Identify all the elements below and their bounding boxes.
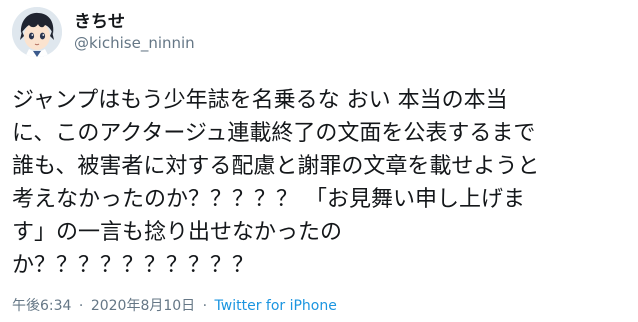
avatar[interactable] — [12, 7, 62, 57]
tweet-source-link[interactable]: Twitter for iPhone — [215, 298, 337, 314]
tweet-text-line: す」の一言も捻り出せなかったの — [12, 220, 343, 245]
tweet-text-line: 考えなかったのか？？？？？ 「お見舞い申し上げま — [12, 187, 525, 212]
meta-separator: · — [78, 298, 84, 314]
tweet-time[interactable]: 午後6:34 — [12, 298, 71, 314]
tweet-text-line: ジャンプはもう少年誌を名乗るな おい 本当の本当 — [12, 88, 508, 113]
tweet-card: きちせ @kichise_ninnin ジャンプはもう少年誌を名乗るな おい 本… — [0, 0, 638, 322]
tweet-text-line: に、このアクタージュ連載終了の文面を公表するまで — [12, 121, 536, 146]
user-names: きちせ @kichise_ninnin — [74, 11, 195, 53]
user-handle[interactable]: @kichise_ninnin — [74, 33, 195, 53]
tweet-date[interactable]: 2020年8月10日 — [91, 298, 195, 314]
tweet-meta: 午後6:34 · 2020年8月10日 · Twitter for iPhone — [12, 296, 337, 316]
tweet-text: ジャンプはもう少年誌を名乗るな おい 本当の本当 に、このアクタージュ連載終了の… — [12, 84, 632, 282]
tweet-text-line: 誰も、被害者に対する配慮と謝罪の文章を載せようと — [12, 154, 540, 179]
tweet-text-line: か？？？？？？？？？？ — [12, 253, 255, 278]
anime-boy-avatar-icon — [12, 7, 62, 57]
meta-separator: · — [202, 298, 208, 314]
tweet-header: きちせ @kichise_ninnin — [12, 6, 195, 58]
display-name[interactable]: きちせ — [74, 11, 195, 33]
